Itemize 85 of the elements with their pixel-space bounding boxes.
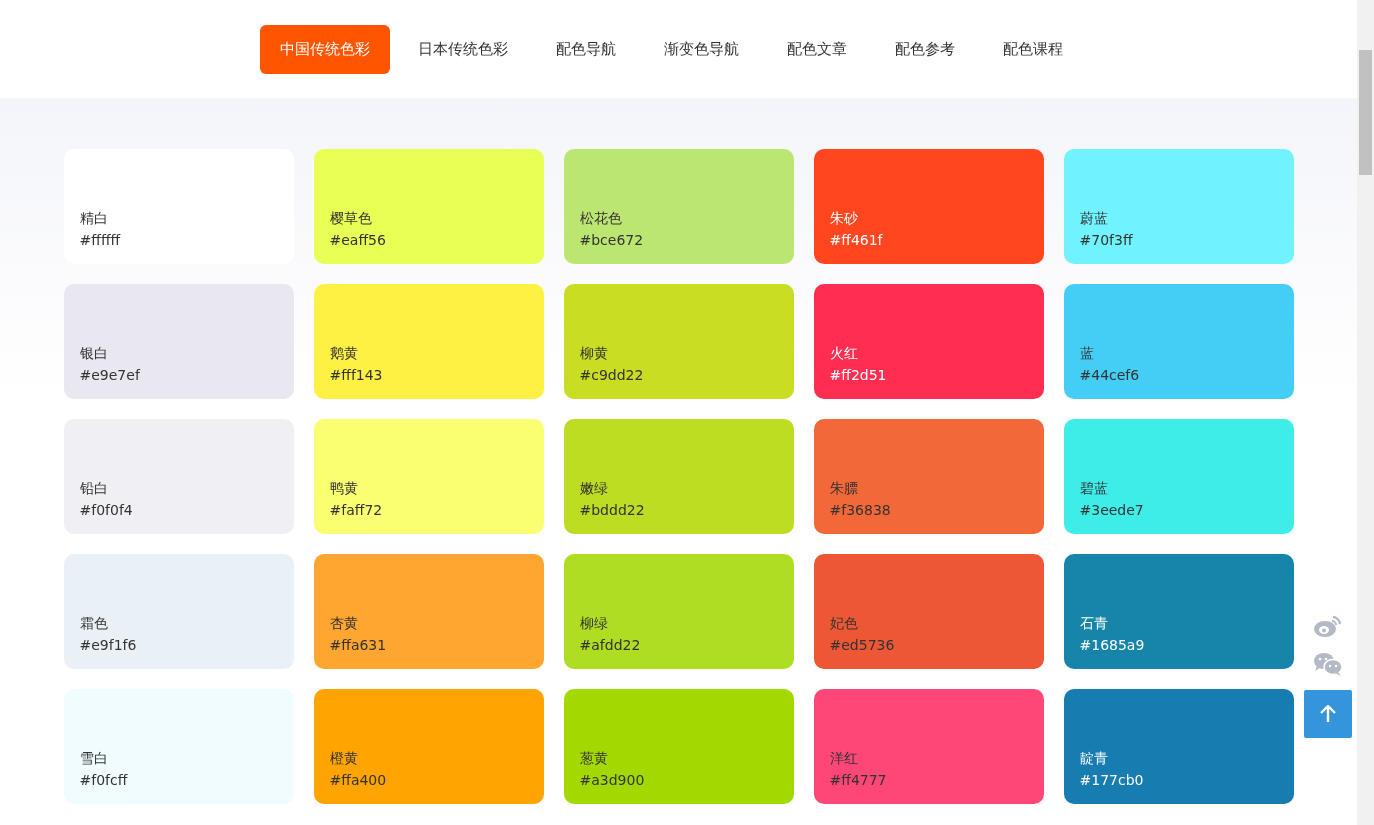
nav-tab[interactable]: 配色导航 [536, 24, 636, 74]
chat-bubbles-icon[interactable] [1313, 652, 1343, 676]
color-hex: #ff2d51 [829, 367, 888, 383]
color-card[interactable]: 碧蓝 #3eede7 [1063, 419, 1294, 534]
color-name: 松花色 [579, 210, 623, 228]
color-name: 朱砂 [829, 210, 859, 228]
color-name: 碧蓝 [1079, 480, 1109, 498]
color-name: 铅白 [79, 480, 109, 498]
color-name: 樱草色 [329, 210, 373, 228]
color-name: 蓝 [1079, 345, 1095, 363]
color-name: 火红 [829, 345, 859, 363]
color-name: 石青 [1079, 615, 1109, 633]
color-card[interactable]: 鹅黄 #fff143 [313, 284, 544, 399]
color-name: 精白 [79, 210, 109, 228]
color-hex: #ed5736 [829, 637, 896, 653]
color-hex: #e9e7ef [79, 367, 142, 383]
color-hex: #bce672 [579, 232, 645, 248]
color-hex: #1685a9 [1079, 637, 1146, 653]
color-name: 蔚蓝 [1079, 210, 1109, 228]
color-hex: #70f3ff [1079, 232, 1134, 248]
color-hex: #c9dd22 [579, 367, 645, 383]
color-name: 杏黄 [329, 615, 359, 633]
color-hex: #e9f1f6 [79, 637, 138, 653]
color-hex: #ffa400 [329, 772, 388, 788]
color-hex: #ffffff [79, 232, 122, 248]
back-to-top-button[interactable] [1304, 690, 1352, 738]
color-card[interactable]: 霜色 #e9f1f6 [63, 554, 294, 669]
scrollbar[interactable] [1357, 0, 1374, 825]
nav-tab[interactable]: 配色文章 [767, 24, 867, 74]
color-hex: #f36838 [829, 502, 892, 518]
nav-tab[interactable]: 配色课程 [983, 24, 1083, 74]
up-arrow-icon [1320, 705, 1336, 723]
color-card[interactable]: 鸭黄 #faff72 [313, 419, 544, 534]
color-name: 柳黄 [579, 345, 609, 363]
color-hex: #177cb0 [1079, 772, 1145, 788]
color-card[interactable]: 洋红 #ff4777 [813, 689, 1044, 804]
color-card[interactable]: 石青 #1685a9 [1063, 554, 1294, 669]
color-card[interactable]: 妃色 #ed5736 [813, 554, 1044, 669]
color-name: 鹅黄 [329, 345, 359, 363]
nav-tab[interactable]: 渐变色导航 [644, 24, 759, 74]
color-card[interactable]: 蔚蓝 #70f3ff [1063, 149, 1294, 264]
nav-tab[interactable]: 日本传统色彩 [398, 24, 528, 74]
color-hex: #bddd22 [579, 502, 646, 518]
color-name: 柳绿 [579, 615, 609, 633]
color-name: 嫩绿 [579, 480, 609, 498]
color-card[interactable]: 嫩绿 #bddd22 [563, 419, 794, 534]
color-hex: #fff143 [329, 367, 384, 383]
color-hex: #ff461f [829, 232, 884, 248]
color-name: 妃色 [829, 615, 859, 633]
color-card[interactable]: 柳黄 #c9dd22 [563, 284, 794, 399]
color-hex: #a3d900 [579, 772, 646, 788]
color-name: 银白 [79, 345, 109, 363]
color-hex: #eaff56 [329, 232, 387, 248]
color-card[interactable]: 杏黄 #ffa631 [313, 554, 544, 669]
color-hex: #ffa631 [329, 637, 388, 653]
color-name: 鸭黄 [329, 480, 359, 498]
color-hex: #f0f0f4 [79, 502, 134, 518]
color-name: 橙黄 [329, 750, 359, 768]
color-name: 朱膘 [829, 480, 859, 498]
color-card[interactable]: 朱膘 #f36838 [813, 419, 1044, 534]
color-card[interactable]: 铅白 #f0f0f4 [63, 419, 294, 534]
color-card[interactable]: 橙黄 #ffa400 [313, 689, 544, 804]
color-card[interactable]: 雪白 #f0fcff [63, 689, 294, 804]
color-hex: #44cef6 [1079, 367, 1141, 383]
color-card[interactable]: 精白 #ffffff [63, 149, 294, 264]
color-name: 洋红 [829, 750, 859, 768]
color-card[interactable]: 靛青 #177cb0 [1063, 689, 1294, 804]
color-hex: #faff72 [329, 502, 384, 518]
nav-tab[interactable]: 配色参考 [875, 24, 975, 74]
color-hex: #3eede7 [1079, 502, 1145, 518]
color-name: 靛青 [1079, 750, 1109, 768]
color-hex: #f0fcff [79, 772, 129, 788]
color-card[interactable]: 松花色 #bce672 [563, 149, 794, 264]
color-card[interactable]: 樱草色 #eaff56 [313, 149, 544, 264]
color-hex: #afdd22 [579, 637, 642, 653]
color-card[interactable]: 蓝 #44cef6 [1063, 284, 1294, 399]
color-name: 葱黄 [579, 750, 609, 768]
color-card[interactable]: 葱黄 #a3d900 [563, 689, 794, 804]
color-name: 霜色 [79, 615, 109, 633]
color-card[interactable]: 柳绿 #afdd22 [563, 554, 794, 669]
color-card[interactable]: 火红 #ff2d51 [813, 284, 1044, 399]
color-card[interactable]: 银白 #e9e7ef [63, 284, 294, 399]
color-hex: #ff4777 [829, 772, 888, 788]
weibo-icon[interactable] [1313, 614, 1343, 638]
color-name: 雪白 [79, 750, 109, 768]
